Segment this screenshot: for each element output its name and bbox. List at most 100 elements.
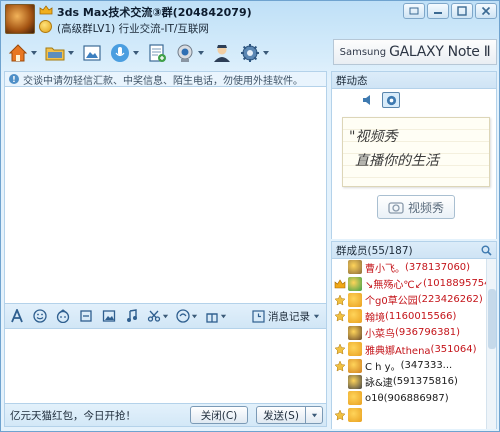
webcam-icon xyxy=(177,44,193,62)
chat-window: 3ds Max技术交流③群(204842079) (高级群LV1) 行业交流-I… xyxy=(0,0,500,432)
member-avatar xyxy=(348,358,362,373)
magic-face-icon xyxy=(56,309,70,323)
send-options-button[interactable] xyxy=(305,406,323,424)
album-button[interactable] xyxy=(79,40,105,66)
screenshot-button[interactable] xyxy=(145,306,171,326)
gift-button[interactable] xyxy=(203,306,229,326)
group-avatar[interactable] xyxy=(5,4,35,34)
search-icon[interactable] xyxy=(481,245,492,256)
speaker-icon[interactable] xyxy=(362,94,374,106)
member-name: ο1θ xyxy=(365,392,384,404)
shake-button[interactable] xyxy=(76,306,96,326)
close-window-button[interactable] xyxy=(475,3,497,19)
member-name: 翰境 xyxy=(365,312,385,324)
send-button[interactable]: 发送(S) xyxy=(256,406,306,424)
message-input[interactable] xyxy=(4,329,327,403)
owner-crown-icon xyxy=(334,279,346,288)
member-id: (906886987) xyxy=(383,392,449,404)
home-icon xyxy=(8,44,28,62)
right-panel: 群动态 "视频秀 直播你的生活 视频秀 群成员(55/187) 曹小飞。 (378… xyxy=(331,71,497,429)
input-toolbar: 消息记录 xyxy=(4,303,327,329)
group-dynamics-header: 群动态 xyxy=(331,71,497,89)
hello-button[interactable] xyxy=(174,306,200,326)
video-show-label: 视频秀 xyxy=(407,200,444,215)
shake-window-icon xyxy=(80,310,92,322)
member-placeholder-icon xyxy=(334,261,346,273)
microphone-icon xyxy=(111,44,129,62)
member-row[interactable]: C h y。 (347333... xyxy=(332,357,496,373)
minimize-button[interactable] xyxy=(427,3,449,19)
promo-link[interactable]: 亿元天猫红包，今日开抢！ xyxy=(10,408,136,423)
member-placeholder-icon xyxy=(334,376,346,388)
maximize-button[interactable] xyxy=(451,3,473,19)
group-home-button[interactable] xyxy=(5,40,40,66)
chevron-down-icon xyxy=(198,51,204,55)
group-dynamics-label: 群动态 xyxy=(336,74,368,87)
member-row[interactable]: 个g0草公园 (223426262) xyxy=(332,292,496,308)
info-icon: ! xyxy=(9,74,19,84)
video-tabs xyxy=(362,92,400,108)
member-id: (591375816) xyxy=(392,376,458,388)
chevron-down-icon xyxy=(68,51,74,55)
admin-badge-icon xyxy=(334,310,346,322)
title-bar: 3ds Max技术交流③群(204842079) (高级群LV1) 行业交流-I… xyxy=(1,1,499,37)
close-icon xyxy=(481,6,491,16)
chat-history[interactable] xyxy=(4,87,327,303)
member-row[interactable]: ↘無殇心℃↙ (1018895754) xyxy=(332,275,496,291)
group-subtitle: (高级群LV1) 行业交流-IT/互联网 xyxy=(57,23,209,35)
chevron-down-icon xyxy=(162,314,169,318)
chevron-down-icon xyxy=(311,413,317,417)
ad-banner[interactable]: Samsung GALAXY Note Ⅱ xyxy=(333,39,497,65)
chat-panel: ! 交谈中请勿轻信汇款、中奖信息、陌生电话，勿使用外挂软件。 消息记录 亿元天猫… xyxy=(4,71,327,429)
member-row[interactable]: 雅典娜Athena (351064) xyxy=(332,341,496,357)
webcam-icon xyxy=(386,95,396,105)
music-note-icon xyxy=(127,309,137,322)
member-row[interactable] xyxy=(332,407,496,423)
wave-icon xyxy=(176,309,190,323)
member-row[interactable]: 詠&逮 (591375816) xyxy=(332,374,496,390)
group-admin-button[interactable] xyxy=(209,40,235,66)
crown-icon xyxy=(39,5,53,15)
member-id: (1160015566) xyxy=(385,310,457,322)
member-row[interactable]: 曹小飞。 (378137060) xyxy=(332,259,496,275)
member-row[interactable]: 翰境 (1160015566) xyxy=(332,308,496,324)
admin-badge-icon xyxy=(334,343,346,355)
magic-emoji-button[interactable] xyxy=(53,306,73,326)
minimize-icon xyxy=(434,12,442,14)
font-button[interactable] xyxy=(7,306,27,326)
notes-button[interactable] xyxy=(144,40,170,66)
member-name: C h y。 xyxy=(365,362,401,374)
skin-button[interactable] xyxy=(403,3,425,19)
share-files-button[interactable] xyxy=(42,40,77,66)
emoji-button[interactable] xyxy=(30,306,50,326)
member-avatar xyxy=(348,260,362,275)
members-scrollbar[interactable] xyxy=(486,259,496,429)
font-icon xyxy=(11,309,23,323)
video-tab[interactable] xyxy=(382,92,400,108)
send-image-button[interactable] xyxy=(99,306,119,326)
member-row[interactable]: ο1θ (906886987) xyxy=(332,390,496,406)
member-avatar xyxy=(348,407,362,422)
member-name: 小菜鸟 xyxy=(365,329,395,341)
video-button[interactable] xyxy=(172,40,207,66)
message-history-button[interactable]: 消息记录 xyxy=(252,309,320,324)
member-id: (378137060) xyxy=(405,261,471,273)
member-id: (351064) xyxy=(430,343,477,355)
close-button[interactable]: 关闭(C) xyxy=(190,406,248,424)
chevron-down-icon xyxy=(263,51,269,55)
camera-icon xyxy=(388,202,404,214)
members-count-label: 群成员(55/187) xyxy=(336,244,413,257)
video-show-button[interactable]: 视频秀 xyxy=(377,195,455,219)
member-avatar xyxy=(348,276,362,291)
group-level-icon xyxy=(39,20,52,33)
police-user-icon xyxy=(214,45,230,62)
maximize-icon xyxy=(457,6,467,16)
member-avatar xyxy=(348,325,362,340)
settings-button[interactable] xyxy=(237,40,272,66)
music-button[interactable] xyxy=(122,306,142,326)
scroll-thumb[interactable] xyxy=(488,289,496,349)
voice-call-button[interactable] xyxy=(107,40,142,66)
window-controls xyxy=(403,3,497,19)
security-notice: ! 交谈中请勿轻信汇款、中奖信息、陌生电话，勿使用外挂软件。 xyxy=(4,71,327,87)
member-row[interactable]: 小菜鸟 (936796381) xyxy=(332,325,496,341)
